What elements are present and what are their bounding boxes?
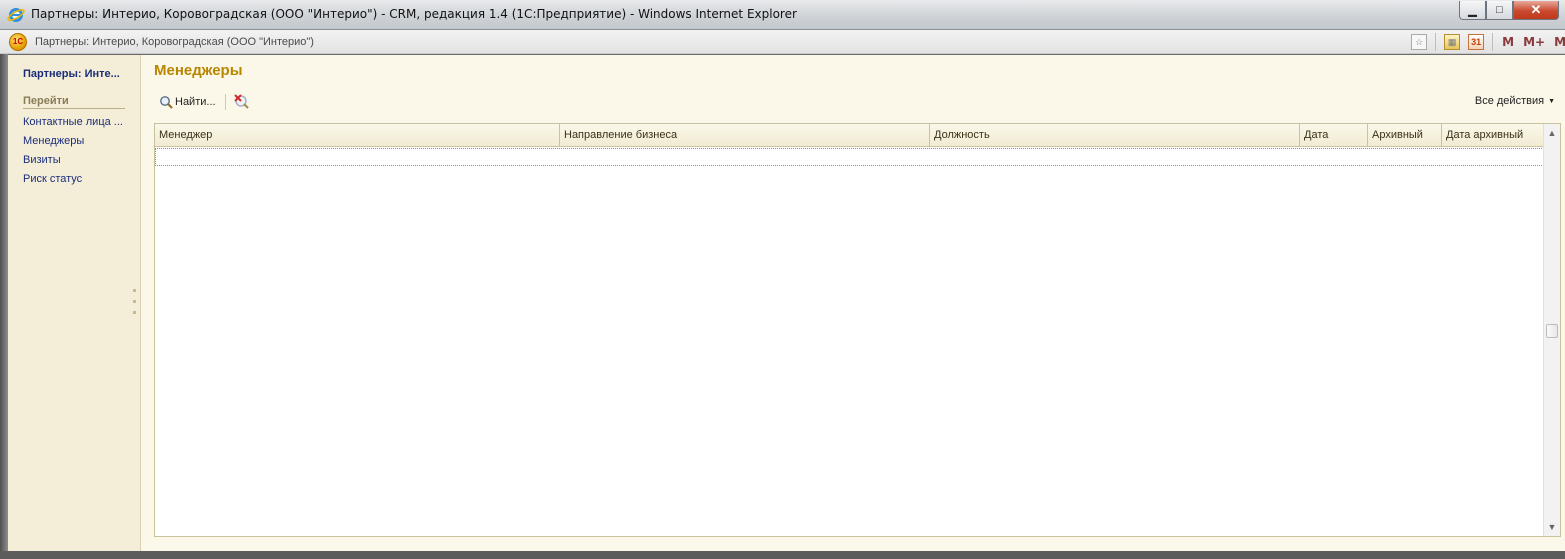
memory-minus-button[interactable]: M- — [1554, 35, 1565, 49]
all-actions-menu[interactable]: Все действия ▼ — [1475, 95, 1555, 107]
1c-logo-icon[interactable]: 1С — [9, 33, 27, 51]
page-title: Менеджеры — [154, 62, 243, 79]
column-header-date[interactable]: Дата — [1300, 124, 1368, 147]
memory-button[interactable]: M — [1502, 35, 1514, 49]
calendar-icon[interactable]: 31 — [1468, 34, 1485, 50]
chevron-down-icon: ▼ — [1548, 97, 1555, 105]
scrollbar-thumb[interactable] — [1546, 324, 1558, 338]
calculator-icon[interactable]: ▦ — [1444, 34, 1461, 50]
search-icon — [160, 96, 173, 109]
nav-item-contacts[interactable]: Контактные лица ... — [23, 116, 123, 128]
table-row[interactable] — [155, 148, 1544, 166]
find-button-label: Найти... — [175, 96, 216, 108]
minimize-button[interactable]: ▁ — [1459, 1, 1486, 20]
application-bar: 1С Партнеры: Интерио, Коровоградская (ОО… — [0, 30, 1565, 54]
goto-section-label: Перейти — [23, 95, 125, 109]
window-title: Партнеры: Интерио, Коровоградская (ООО "… — [31, 7, 797, 21]
nav-item-visits[interactable]: Визиты — [23, 154, 61, 166]
nav-item-managers[interactable]: Менеджеры — [23, 135, 84, 147]
panel-resize-grip[interactable] — [133, 289, 139, 319]
scroll-down-icon[interactable]: ▼ — [1544, 518, 1560, 536]
appbar-tools: ☆ ▦ 31 M M+ M- — [1403, 33, 1565, 51]
window-titlebar: Партнеры: Интерио, Коровоградская (ООО "… — [0, 0, 1565, 30]
all-actions-label: Все действия — [1474, 95, 1545, 107]
cancel-search-icon[interactable] — [232, 93, 250, 111]
memory-plus-button[interactable]: M+ — [1523, 35, 1545, 49]
vertical-scrollbar[interactable]: ▲ ▼ — [1543, 124, 1560, 536]
window-bottom-border — [0, 551, 1565, 559]
command-bar: Найти... — [156, 92, 250, 112]
appbar-separator — [1435, 33, 1437, 51]
favorites-icon[interactable]: ☆ — [1411, 34, 1428, 50]
column-header-position[interactable]: Должность — [930, 124, 1300, 147]
main-form: Менеджеры Найти... Все действия ▼ Менедже… — [141, 55, 1565, 551]
column-header-manager[interactable]: Менеджер — [155, 124, 560, 147]
column-header-business-direction[interactable]: Направление бизнеса — [560, 124, 930, 147]
1c-logo-text: 1С — [12, 37, 24, 46]
appbar-separator — [1492, 33, 1494, 51]
maximize-button[interactable]: □ — [1486, 1, 1513, 20]
scroll-up-icon[interactable]: ▲ — [1544, 124, 1560, 142]
window-left-border — [0, 54, 8, 551]
column-header-archived-date[interactable]: Дата архивный — [1442, 124, 1544, 147]
window-controls: ▁ □ ✕ — [1459, 1, 1559, 20]
close-button[interactable]: ✕ — [1513, 1, 1559, 20]
internet-explorer-icon — [7, 8, 25, 22]
navigation-panel: Партнеры: Инте... Перейти Контактные лиц… — [8, 55, 141, 551]
toolbar-separator — [224, 94, 226, 110]
nav-heading[interactable]: Партнеры: Инте... — [23, 68, 120, 80]
column-header-archived[interactable]: Архивный — [1368, 124, 1442, 147]
form-caption: Партнеры: Интерио, Коровоградская (ООО "… — [35, 36, 314, 48]
find-button[interactable]: Найти... — [156, 92, 219, 112]
managers-table: Менеджер Направление бизнеса Должность Д… — [154, 123, 1561, 537]
table-header: Менеджер Направление бизнеса Должность Д… — [155, 124, 1544, 147]
nav-item-risk-status[interactable]: Риск статус — [23, 173, 82, 185]
